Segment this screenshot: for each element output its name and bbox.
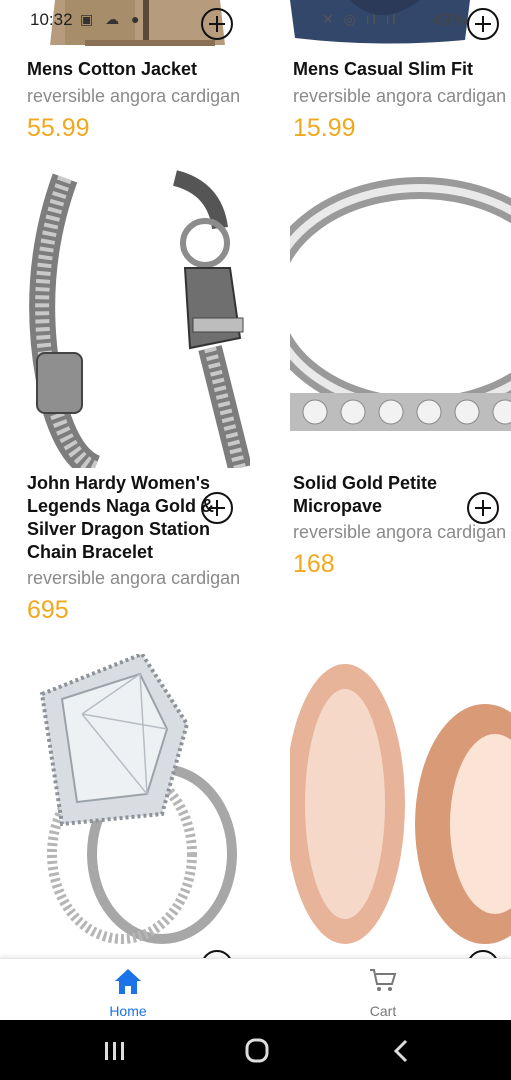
nav-label-home: Home	[109, 1003, 147, 1019]
battery-level: 49%	[432, 10, 467, 29]
product-image-bracelet[interactable]	[25, 168, 250, 468]
recent-apps-button[interactable]	[95, 1038, 135, 1064]
notification-icons: ▣ ☁ ●	[80, 11, 144, 27]
product-title[interactable]: Mens Casual Slim Fit	[293, 58, 511, 81]
product-card[interactable]	[266, 654, 511, 958]
home-icon	[115, 969, 141, 994]
home-circle-icon	[245, 1038, 269, 1063]
product-card[interactable]: Solid Gold Petite Micropave reversible a…	[266, 168, 511, 638]
add-to-cart-button[interactable]	[467, 492, 499, 524]
product-card[interactable]: John Hardy Women's Legends Naga Gold & S…	[0, 168, 250, 638]
product-price: 15.99	[293, 114, 356, 142]
add-to-cart-button[interactable]	[201, 950, 233, 958]
recent-apps-icon	[105, 1042, 124, 1060]
product-card[interactable]	[0, 654, 250, 958]
product-image-ring[interactable]	[290, 168, 511, 468]
product-subtitle: reversible angora cardigan	[293, 522, 507, 542]
product-image-diamond-ring[interactable]	[22, 654, 250, 944]
nav-cart[interactable]: Cart	[313, 959, 453, 1021]
product-grid[interactable]: 10:32 ▣ ☁ ● ✕ ◎ ıl ıl 49% Mens Cotton Ja…	[0, 0, 511, 958]
back-button[interactable]	[380, 1038, 420, 1064]
system-navigation-bar	[0, 1020, 511, 1080]
status-time: 10:32	[30, 10, 73, 29]
nav-label-cart: Cart	[369, 1003, 397, 1019]
bottom-navigation: Home Cart	[0, 958, 511, 1021]
product-title[interactable]: Mens Cotton Jacket	[27, 58, 247, 81]
cart-icon	[370, 969, 397, 991]
product-subtitle: reversible angora cardigan	[27, 568, 241, 588]
nav-home[interactable]: Home	[58, 959, 198, 1021]
status-bar: 10:32 ▣ ☁ ● ✕ ◎ ıl ıl 49%	[0, 0, 511, 40]
product-subtitle: reversible angora cardigan	[27, 86, 241, 106]
product-title[interactable]: Solid Gold Petite Micropave	[293, 472, 483, 518]
product-subtitle: reversible angora cardigan	[293, 86, 507, 106]
add-to-cart-button[interactable]	[467, 950, 499, 958]
product-price: 695	[27, 596, 69, 624]
product-price: 168	[293, 550, 335, 578]
home-button[interactable]	[237, 1038, 277, 1064]
back-chevron-icon	[393, 1039, 408, 1063]
product-price: 55.99	[27, 114, 90, 142]
signal-icons: ✕ ◎ ıl ıl	[322, 11, 399, 27]
product-image-rose-gold-plugs[interactable]	[290, 654, 511, 944]
add-to-cart-button[interactable]	[201, 492, 233, 524]
